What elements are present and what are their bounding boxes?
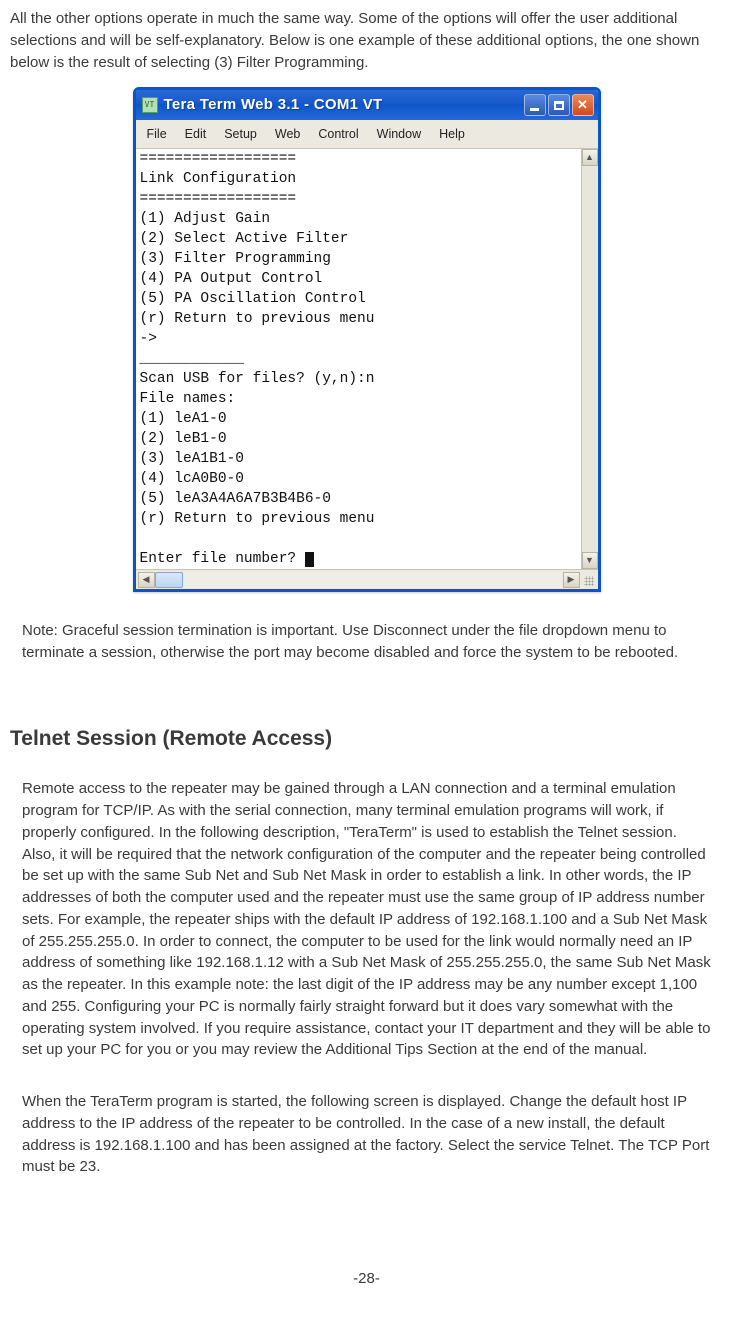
window-title: Tera Term Web 3.1 - COM1 VT	[164, 94, 524, 116]
menu-window[interactable]: Window	[368, 123, 430, 145]
scroll-up-button[interactable]: ▲	[582, 149, 598, 166]
section-heading: Telnet Session (Remote Access)	[10, 724, 723, 754]
maximize-icon	[554, 101, 564, 110]
note-paragraph: Note: Graceful session termination is im…	[22, 620, 711, 664]
minimize-button[interactable]	[524, 94, 546, 116]
menubar: File Edit Setup Web Control Window Help	[136, 120, 598, 149]
close-icon: ✕	[577, 96, 588, 115]
app-icon: VT	[142, 97, 158, 113]
screenshot-container: VT Tera Term Web 3.1 - COM1 VT ✕ File Ed…	[10, 87, 723, 592]
menu-help[interactable]: Help	[430, 123, 474, 145]
menu-setup[interactable]: Setup	[215, 123, 266, 145]
grip-icon	[584, 576, 594, 586]
telnet-paragraph-1: Remote access to the repeater may be gai…	[22, 778, 711, 1061]
telnet-paragraph-2: When the TeraTerm program is started, th…	[22, 1091, 711, 1178]
intro-paragraph: All the other options operate in much th…	[10, 8, 723, 73]
titlebar: VT Tera Term Web 3.1 - COM1 VT ✕	[136, 90, 598, 120]
menu-control[interactable]: Control	[309, 123, 367, 145]
statusbar: ◀ ▶	[136, 569, 598, 589]
resize-grip[interactable]	[580, 572, 596, 588]
scroll-down-button[interactable]: ▼	[582, 552, 598, 569]
page-number: -28-	[10, 1268, 723, 1290]
menu-edit[interactable]: Edit	[176, 123, 216, 145]
menu-file[interactable]: File	[138, 123, 176, 145]
maximize-button[interactable]	[548, 94, 570, 116]
terminal-output[interactable]: ================== Link Configuration ==…	[136, 149, 581, 569]
scroll-left-button[interactable]: ◀	[138, 572, 155, 588]
app-window: VT Tera Term Web 3.1 - COM1 VT ✕ File Ed…	[133, 87, 601, 592]
cursor	[305, 552, 314, 567]
hscroll-track[interactable]	[184, 572, 562, 588]
minimize-icon	[530, 108, 539, 111]
close-button[interactable]: ✕	[572, 94, 594, 116]
scroll-right-button[interactable]: ▶	[563, 572, 580, 588]
menu-web[interactable]: Web	[266, 123, 309, 145]
hscroll-thumb[interactable]	[155, 572, 183, 588]
vertical-scrollbar[interactable]: ▲ ▼	[581, 149, 598, 569]
